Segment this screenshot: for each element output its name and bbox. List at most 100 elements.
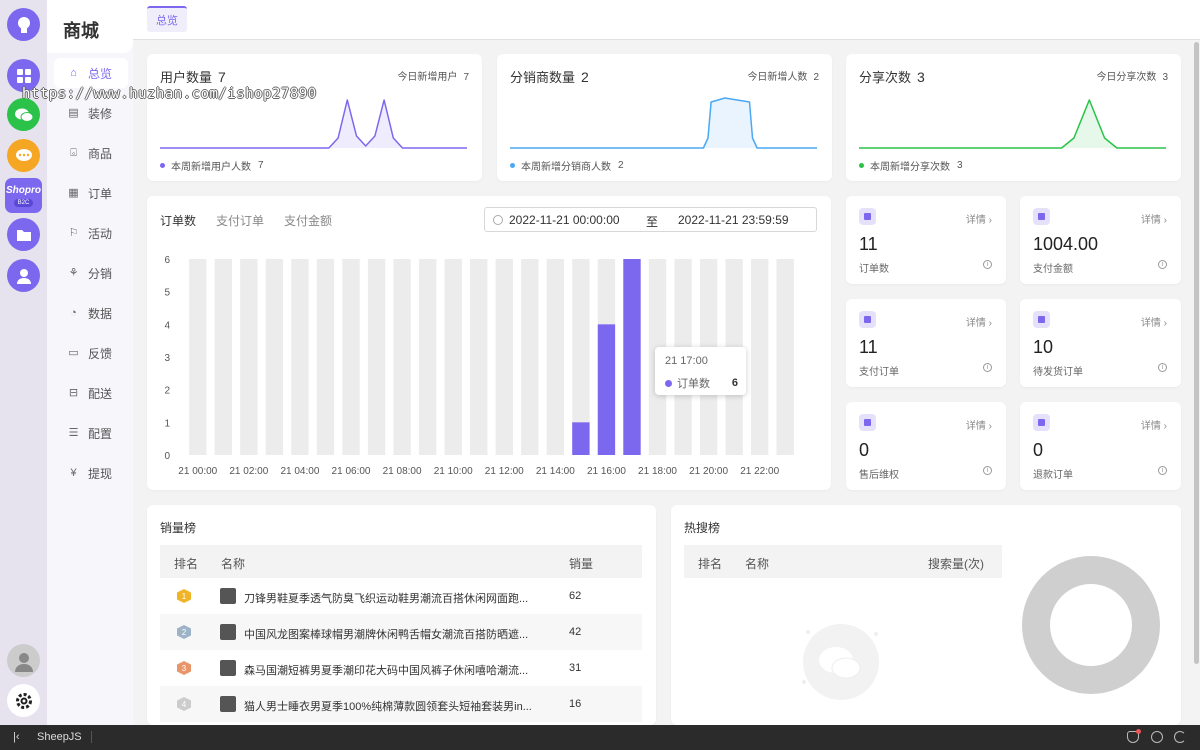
detail-link[interactable]: 详情 ›	[1141, 417, 1167, 432]
sidebar-item-10[interactable]: ¥ 提现	[54, 458, 128, 488]
stat-today-value: 3	[1162, 72, 1168, 83]
bar-background	[342, 259, 360, 455]
stat-week: 本周新增用户人数 7	[160, 158, 264, 173]
sparkline-area	[160, 100, 467, 148]
settings-icon: ☰	[68, 426, 79, 439]
bar-background	[291, 259, 309, 455]
sidebar-item-label: 配送	[88, 386, 113, 401]
metric-icon	[1033, 414, 1050, 431]
info-icon[interactable]: i	[1158, 466, 1167, 475]
shopro-app-icon[interactable]: Shopro B2C	[5, 178, 42, 213]
table-row[interactable]: 4 猫人男士睡衣男夏季100%纯棉薄款圆领套头短袖套装男in... 16	[160, 686, 642, 722]
detail-link[interactable]: 详情 ›	[966, 211, 992, 226]
folder-app-icon[interactable]	[7, 218, 40, 251]
sidebar-item-label: 商品	[88, 146, 113, 161]
tooltip-time: 21 17:00	[665, 355, 708, 367]
product-thumbnail	[220, 624, 236, 640]
wechat-app-icon[interactable]	[7, 98, 40, 131]
detail-label: 详情	[965, 318, 986, 329]
sidebar-item-5[interactable]: ⚘ 分销	[54, 258, 128, 288]
detail-link[interactable]: 详情 ›	[966, 417, 992, 432]
metric-icon	[859, 311, 876, 328]
page-scrollbar[interactable]	[1194, 42, 1199, 664]
gear-icon[interactable]	[7, 684, 40, 717]
info-icon[interactable]: i	[983, 466, 992, 475]
bottom-bar: |‹ SheepJS	[0, 725, 1200, 750]
sidebar-item-2[interactable]: ⌺ 商品	[54, 138, 128, 168]
stat-week: 本周新增分享次数 3	[859, 158, 963, 173]
col-name: 名称	[221, 557, 246, 571]
stat-value: 3	[917, 69, 925, 85]
detail-link[interactable]: 详情 ›	[1141, 314, 1167, 329]
sidebar-item-4[interactable]: ⚐ 活动	[54, 218, 128, 248]
sheep-logo-icon[interactable]	[7, 8, 40, 41]
rank-medal-icon: 3	[177, 661, 191, 675]
user-app-icon[interactable]	[7, 259, 40, 292]
table-row[interactable]: 1 刀锋男鞋夏季透气防臭飞织运动鞋男潮流百搭休闲网面跑... 62	[160, 578, 642, 614]
rank-medal-icon: 2	[177, 625, 191, 639]
x-tick-label: 21 06:00	[332, 466, 371, 477]
refresh-icon[interactable]	[1174, 731, 1186, 743]
metric-value: 11	[859, 234, 878, 254]
stat-today: 今日新增人数 2	[747, 68, 819, 83]
bar-background	[776, 259, 794, 455]
tab-overview[interactable]: 总览	[147, 6, 187, 32]
sidebar-item-8[interactable]: ⊟ 配送	[54, 378, 128, 408]
app-name: SheepJS	[37, 731, 82, 743]
info-icon[interactable]: i	[1158, 260, 1167, 269]
sidebar-item-3[interactable]: ▦ 订单	[54, 178, 128, 208]
detail-label: 详情	[1140, 318, 1161, 329]
rank-number: 3	[181, 663, 187, 673]
sidebar-item-7[interactable]: ▭ 反馈	[54, 338, 128, 368]
info-icon[interactable]: i	[1158, 363, 1167, 372]
collapse-icon[interactable]: |‹	[13, 731, 20, 743]
bar-background	[546, 259, 565, 455]
stat-week-value: 7	[258, 160, 264, 171]
table-row[interactable]: 3 森马国潮短裤男夏季潮印花大码中国风裤子休闲嘻哈潮流... 31	[160, 650, 642, 686]
orders-bar-chart: 0 1 2 3 4 5 6 21 00:00 21 02:00 21 04:00 21 06:00 2…	[164, 255, 794, 477]
stat-title-label: 分享次数	[859, 70, 912, 85]
hot-search-card: 热搜榜 排名 名称 搜索量(次)	[671, 505, 1181, 725]
message-app-icon[interactable]	[7, 139, 40, 172]
hot-title: 热搜榜	[684, 521, 721, 535]
share-count-card: 分享次数 3 今日分享次数 3 本周新增分享次数 3	[846, 54, 1181, 181]
stat-title: 分享次数 3	[859, 67, 925, 86]
sales-value: 16	[569, 698, 582, 710]
paid-orders-card: 详情 › 11 支付订单 i	[846, 299, 1006, 387]
chat-icon[interactable]	[1151, 731, 1163, 743]
stat-week: 本周新增分销商人数 2	[510, 158, 624, 173]
legend-dot	[160, 163, 165, 168]
order-icon: ▦	[68, 186, 79, 199]
user-count-card: 用户数量 7 今日新增用户 7 本周新增用户人数 7	[147, 54, 482, 181]
bar-background	[367, 259, 386, 455]
stat-today: 今日分享次数 3	[1096, 68, 1168, 83]
sidebar-item-6[interactable]: ◔ 数据	[54, 298, 128, 328]
sidebar-item-0[interactable]: ⌂ 总览	[54, 58, 128, 88]
pending-shipment-card: 详情 › 10 待发货订单 i	[1020, 299, 1181, 387]
app-rail: Shopro B2C	[0, 0, 47, 725]
stat-today-label: 今日新增用户	[397, 72, 458, 83]
home-icon: ⌂	[70, 66, 77, 79]
bar-background	[240, 259, 258, 455]
x-tick-label: 21 04:00	[280, 466, 319, 477]
info-icon[interactable]: i	[983, 260, 992, 269]
x-tick-label: 21 10:00	[434, 466, 473, 477]
stat-week-label: 本周新增用户人数	[171, 162, 251, 173]
sparkline-line	[510, 97, 817, 149]
stat-sparkline	[510, 97, 817, 149]
info-icon[interactable]: i	[983, 363, 992, 372]
metric-value: 0	[859, 440, 870, 460]
sales-value: 31	[569, 662, 582, 674]
sidebar-item-label: 反馈	[88, 346, 113, 361]
sidebar-item-9[interactable]: ☰ 配置	[54, 418, 128, 448]
metric-value: 1004.00	[1033, 234, 1099, 254]
user-avatar[interactable]	[7, 644, 40, 677]
table-row[interactable]: 2 中国风龙图案棒球帽男潮牌休闲鸭舌帽女潮流百搭防晒遮... 42	[160, 614, 642, 650]
chart-tooltip: 21 17:00 订单数 6	[655, 347, 746, 395]
bar-background	[444, 259, 462, 455]
detail-link[interactable]: 详情 ›	[1141, 211, 1167, 226]
rank-number: 1	[181, 591, 187, 601]
sidebar-item-1[interactable]: ▤ 装修	[54, 98, 128, 128]
detail-link[interactable]: 详情 ›	[966, 314, 992, 329]
stat-today-label: 今日分享次数	[1096, 72, 1157, 83]
